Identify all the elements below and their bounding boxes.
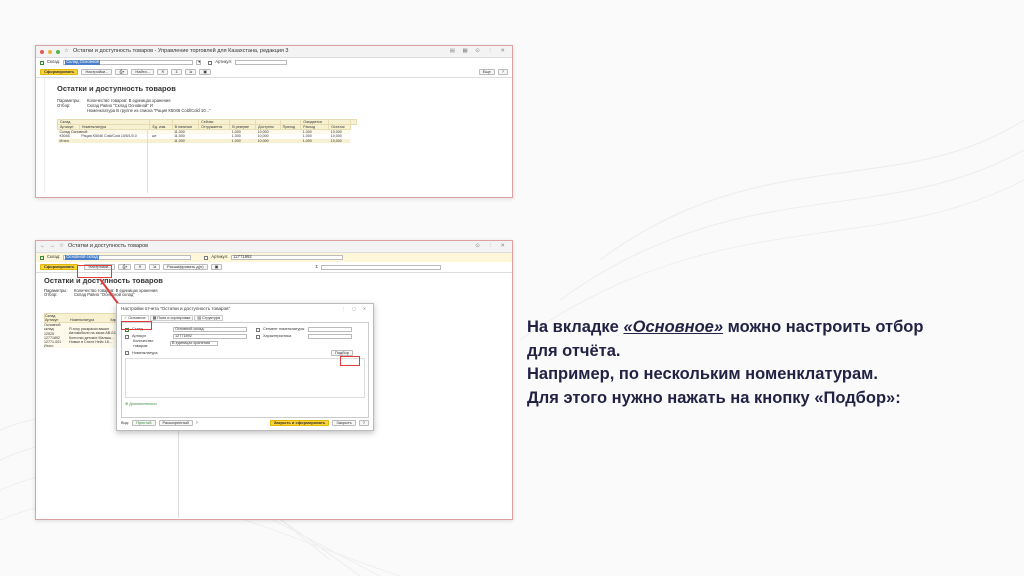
warehouse-field[interactable]: Склад Основной	[63, 59, 194, 65]
window-title: Остатки и доступность товаров - Управлен…	[72, 48, 289, 55]
star-icon[interactable]: ☆	[64, 48, 69, 54]
dialog-controls-icon[interactable]: ⋮ ▢ ✕	[341, 307, 369, 311]
dialog-title: Настройки отчета "Остатки и доступность …	[121, 306, 231, 312]
warehouse-checkbox[interactable]	[40, 60, 44, 65]
screenshot-report-settings: ← → ☆ Остатки и доступность товаров ⊙ ⋮ …	[35, 240, 513, 520]
settings-button[interactable]: Настройки...	[81, 69, 113, 75]
warehouse-field[interactable]: Основной склад	[173, 327, 247, 332]
caption-emphasis: «Основное»	[623, 318, 724, 336]
filter-bar: Склад: Склад Основной ▾ Артикул:	[36, 58, 512, 67]
filter-value: Номенклатура В группе из списка "Рация К…	[87, 108, 211, 114]
clear-icon[interactable]: ✕	[134, 264, 146, 270]
report-table: Склад Сейчас Ожидается Артикул Номенклат…	[56, 119, 358, 143]
more-button[interactable]: Еще	[478, 69, 495, 75]
warehouse-checkbox[interactable]	[40, 255, 44, 260]
window-controls-icon[interactable]: ⊙ ⋮ ✕	[475, 243, 508, 249]
warehouse-label: Склад:	[47, 254, 61, 260]
qty-row: Количество товаров: В единицах хранения	[125, 339, 365, 348]
help-icon[interactable]: ?	[196, 421, 198, 425]
help-button[interactable]: ?	[358, 420, 369, 426]
highlight-main-tab	[121, 321, 152, 330]
report-title: Остатки и доступность товаров	[57, 84, 176, 93]
article-checkbox[interactable]	[125, 334, 129, 339]
filter-bar: Склад: Основной склад Артикул: 12771892	[36, 253, 512, 262]
window-title: Остатки и доступность товаров	[67, 243, 149, 250]
sum-icon[interactable]: Σ	[171, 69, 182, 75]
dialog-tabs: ✓ Основное ▦ Поля и сортировки ▤ Структура	[117, 314, 373, 322]
table-row[interactable]: Основной склад	[44, 323, 69, 331]
star-icon[interactable]: ☆	[59, 243, 64, 249]
find-button[interactable]: Найти...	[131, 69, 155, 75]
check-icon: ✓	[124, 315, 128, 320]
segment-field[interactable]	[308, 327, 352, 332]
instruction-caption: На вкладке «Основное» можно настроить от…	[527, 316, 1017, 410]
characteristic-checkbox[interactable]	[256, 334, 260, 339]
extra-link[interactable]: ⊕ Дополнительно	[125, 402, 365, 406]
generate-button[interactable]: Сформировать	[40, 69, 79, 75]
back-arrow-icon[interactable]: ←	[40, 243, 46, 249]
save-icon[interactable]: ▣	[199, 69, 212, 75]
caption-line: На вкладке «Основное» можно настроить от…	[527, 318, 924, 336]
close-generate-button[interactable]: Закрыть и сформировать	[269, 420, 330, 426]
window-controls-icon[interactable]: ▤ ▦ ⊙ ⋮ ✕	[450, 48, 508, 54]
window-titlebar: ← → ☆ Остатки и доступность товаров ⊙ ⋮ …	[36, 241, 512, 253]
filter-label: Отбор:	[57, 102, 71, 108]
minimize-dot-icon[interactable]	[48, 49, 52, 54]
caption-line: для отчёта.	[527, 341, 621, 360]
print-icon[interactable]: ⎙▾	[118, 264, 132, 270]
clear-icon[interactable]: ✕	[157, 69, 169, 75]
extra-button[interactable]: Расшифровать д(л)	[163, 264, 208, 270]
maximize-dot-icon[interactable]	[56, 49, 60, 54]
report-area: Остатки и доступность товаров Параметры:…	[44, 78, 504, 193]
expand-icon[interactable]: ⇲	[184, 69, 197, 75]
warehouse-row: Склад Основной склад Сегмент номенклатур…	[125, 326, 365, 333]
help-button[interactable]: ?	[497, 69, 508, 75]
caption-line: Например, по нескольким номенклатурам.	[527, 365, 878, 383]
forward-arrow-icon[interactable]: →	[50, 243, 56, 249]
article-field[interactable]: 12771892	[231, 254, 344, 260]
tab-structure[interactable]: ▤ Структура	[194, 315, 224, 321]
view-extended-button[interactable]: Расширенный	[158, 420, 193, 426]
dropdown-icon[interactable]: ▾	[196, 59, 202, 65]
caption-line: Для этого нужно нажать на кнопку «Подбор…	[527, 388, 901, 407]
report-params: Параметры: Количество товаров: В единица…	[57, 98, 492, 114]
dialog-titlebar: Настройки отчета "Остатки и доступность …	[117, 304, 373, 314]
close-dot-icon[interactable]	[40, 49, 44, 54]
sum-field[interactable]	[320, 264, 441, 270]
structure-icon: ▤	[197, 315, 202, 320]
print-icon[interactable]: ⎙▾	[115, 69, 129, 75]
table-header: Артикул Номенклатура Ед. изм. В наличии …	[57, 124, 357, 131]
article-checkbox[interactable]	[208, 60, 213, 65]
highlight-pick-button	[340, 356, 360, 366]
nomen-list[interactable]	[125, 358, 365, 398]
nomen-row: Номенклатура Подбор	[125, 349, 365, 357]
table-total-row: Итого 11,000 1,000 10,000 1,000 10,000	[57, 138, 357, 143]
screenshot-report-result: ☆ Остатки и доступность товаров - Управл…	[35, 45, 513, 198]
expand-icon[interactable]: ⇲	[148, 264, 161, 270]
warehouse-label: Склад:	[47, 59, 61, 65]
qty-select[interactable]: В единицах хранения	[170, 341, 218, 346]
dialog-footer: Вид: Простой Расширенный ? Закрыть и сфо…	[117, 418, 373, 428]
fields-icon: ▦	[152, 315, 157, 320]
warehouse-field[interactable]: Основной склад	[63, 254, 192, 260]
segment-checkbox[interactable]	[256, 327, 260, 332]
sum-icon[interactable]: Σ	[315, 264, 318, 270]
save-icon[interactable]: ▣	[210, 264, 223, 270]
settings-dialog: Настройки отчета "Остатки и доступность …	[116, 303, 374, 431]
article-field[interactable]: 12771892	[173, 334, 247, 339]
article-label: Артикул:	[215, 59, 233, 65]
dialog-main-panel: Склад Основной склад Сегмент номенклатур…	[121, 322, 369, 418]
window-titlebar: ☆ Остатки и доступность товаров - Управл…	[36, 46, 512, 58]
generate-button[interactable]: Сформировать	[40, 264, 79, 270]
characteristic-field[interactable]	[308, 334, 352, 339]
toolbar: Сформировать Настройки... ⎙▾ Найти... ✕ …	[36, 67, 512, 78]
close-button[interactable]: Закрыть	[332, 420, 356, 426]
tab-fields[interactable]: ▦ Поля и сортировки	[149, 315, 194, 321]
table-total-row: Итого	[44, 343, 54, 348]
article-checkbox[interactable]	[204, 255, 209, 260]
view-simple-button[interactable]: Простой	[131, 420, 156, 426]
article-label: Артикул:	[211, 254, 229, 260]
article-field[interactable]	[235, 60, 288, 65]
nomen-checkbox[interactable]	[125, 351, 129, 355]
